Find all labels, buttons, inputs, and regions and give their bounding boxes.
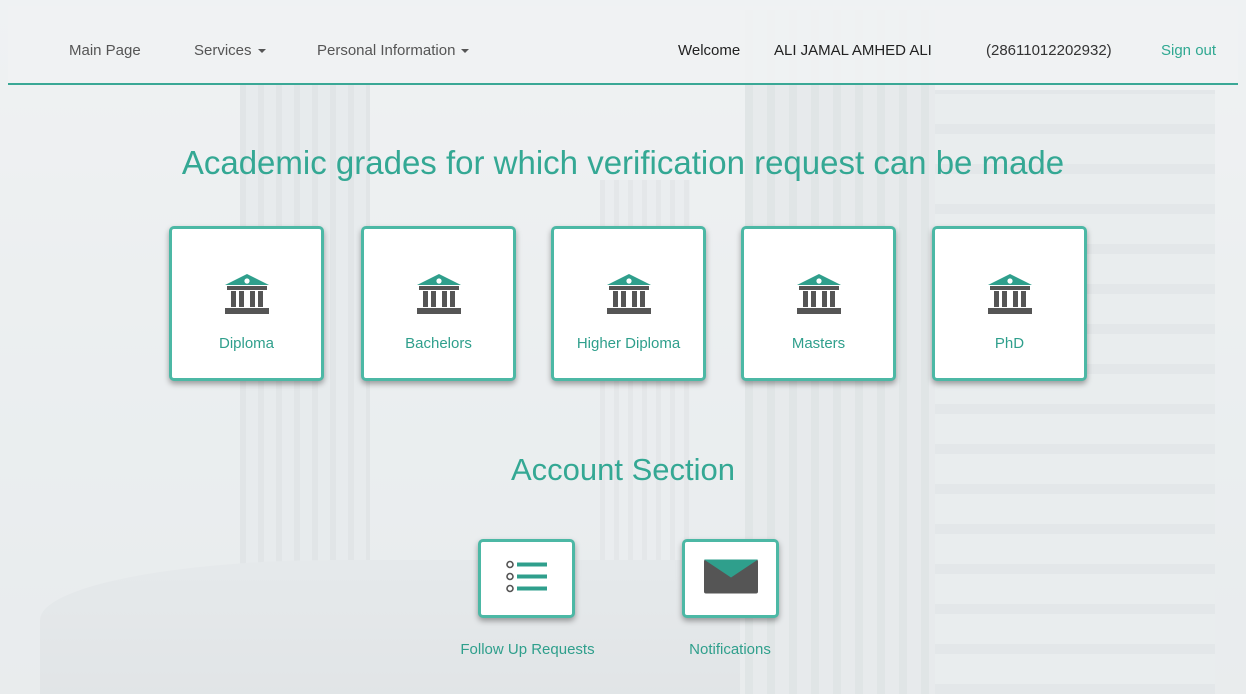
grade-label: Diploma	[218, 335, 275, 352]
caret-down-icon	[461, 49, 470, 54]
user-name: ALI JAMAL AMHED ALI	[774, 42, 932, 59]
grade-card-masters[interactable]: Masters	[741, 226, 896, 381]
grades-title: Academic grades for which verification r…	[181, 144, 1065, 181]
institution-icon	[796, 274, 842, 321]
grade-card-bachelors[interactable]: Bachelors	[361, 226, 516, 381]
institution-icon	[224, 274, 270, 321]
nav-personal-information-label: Personal Information	[317, 42, 456, 59]
nav-main-page[interactable]: Main Page	[69, 42, 141, 59]
grade-label: Masters	[791, 335, 846, 352]
institution-icon	[987, 274, 1033, 321]
envelope-icon	[703, 559, 758, 598]
nav-services-dropdown[interactable]: Services	[194, 42, 266, 59]
welcome-text: Welcome	[678, 42, 741, 59]
account-section-title: Account Section	[510, 452, 736, 487]
grade-card-phd[interactable]: PhD	[932, 226, 1087, 381]
follow-up-requests-button[interactable]	[478, 539, 575, 618]
top-navbar: Main Page Services Personal Information …	[8, 6, 1238, 85]
follow-up-requests-label[interactable]: Follow Up Requests	[440, 641, 615, 658]
grade-label: Bachelors	[405, 335, 472, 352]
grade-card-higher-diploma[interactable]: Higher Diploma	[551, 226, 706, 381]
grade-label: Higher Diploma	[576, 335, 681, 352]
list-icon	[505, 559, 548, 598]
caret-down-icon	[257, 49, 266, 54]
institution-icon	[416, 274, 462, 321]
grade-label: PhD	[994, 335, 1025, 352]
notifications-button[interactable]	[682, 539, 779, 618]
institution-icon	[606, 274, 652, 321]
nav-services-label: Services	[194, 42, 252, 59]
user-id: (28611012202932)	[986, 42, 1112, 59]
grade-card-diploma[interactable]: Diploma	[169, 226, 324, 381]
sign-out-link[interactable]: Sign out	[1161, 42, 1216, 59]
notifications-label[interactable]: Notifications	[660, 641, 800, 658]
nav-personal-information-dropdown[interactable]: Personal Information	[317, 42, 470, 59]
